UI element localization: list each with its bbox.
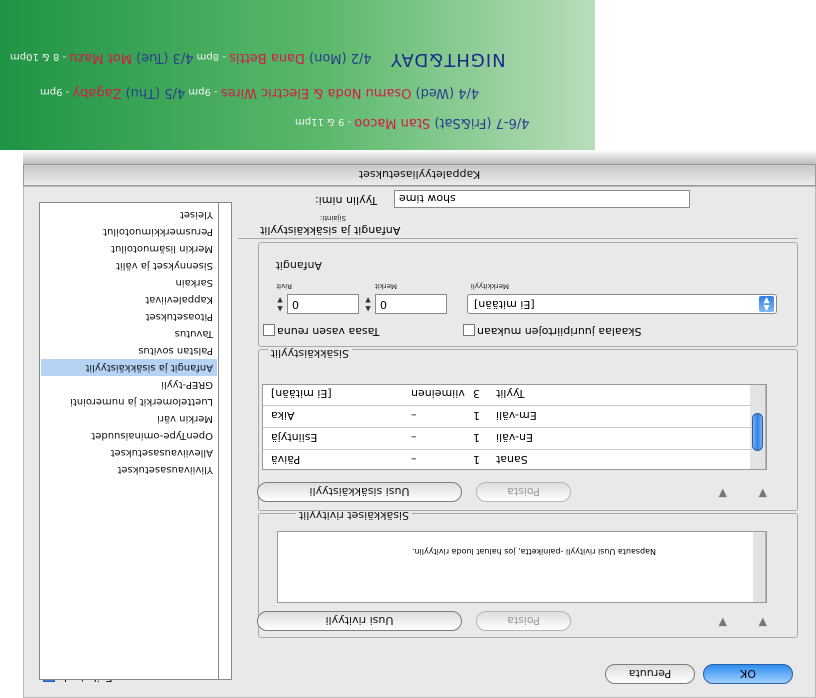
sidebar-item-indents[interactable]: Sisennykset ja välit — [41, 257, 217, 274]
sidebar-item-span-columns[interactable]: Palstan sovitus — [41, 342, 217, 359]
nested-line-styles-section: Uusi rivityyli Poista ▼ ▼ Napsauta Uusi … — [257, 509, 798, 638]
scale-descenders-checkbox[interactable] — [463, 324, 475, 336]
drop-caps-section: Skaalaa juuripiirtojen mukaan Tasaa vase… — [258, 242, 798, 347]
sidebar-item-hyphenation[interactable]: Tavutus — [41, 325, 217, 342]
ok-button[interactable]: OK — [703, 664, 793, 684]
nested-style-row[interactable]: Esiintyjä – 1 En-väli — [262, 427, 751, 447]
paragraph-style-dialog: Esikatselu OK Peruuta Uusi rivityyli Poi… — [23, 186, 816, 698]
banner-line-1: NIGHT&DAY 4/2 (Mon) Dana Bettis - 8pm 4/… — [10, 49, 506, 70]
sidebar-item-advanced-char[interactable]: Merkin lisämuotoilut — [41, 240, 217, 257]
scale-descenders-label: Skaalaa juuripiirtojen mukaan — [477, 325, 642, 338]
line-styles-hint: Napsauta Uusi rivityyli -painiketta, jos… — [411, 547, 656, 556]
sidebar-item-grep[interactable]: GREP-tyyli — [41, 376, 217, 393]
chars-label: Merkit — [375, 282, 397, 290]
drop-caps-title: Anfangit — [272, 259, 325, 272]
nested-style-row[interactable]: [Ei mitään] viimeinen 3 Tyylit — [262, 384, 751, 403]
location-label: Sijainti: — [319, 214, 346, 222]
nested-style-row[interactable]: Aika – 1 Em-väli — [262, 405, 751, 425]
event-banner: 4/6-7 (Fri&Sat) Stan Macoo - 9 & 11pm 4/… — [0, 0, 595, 150]
sidebar-item-keep[interactable]: Pitoasetukset — [41, 308, 217, 325]
sidebar-item-general[interactable]: Yleiset — [41, 206, 217, 223]
sidebar-item-rules[interactable]: Kappaleviivat — [41, 291, 217, 308]
window-shadow — [23, 150, 816, 164]
sidebar-item-tabs[interactable]: Sarkain — [41, 274, 217, 291]
chars-input[interactable]: 0 — [375, 294, 447, 314]
lines-label: Rivit — [276, 282, 292, 290]
lines-stepper[interactable]: ▲ ▼ — [275, 295, 285, 313]
align-left-edge-checkbox[interactable] — [263, 324, 275, 336]
delete-line-style-button[interactable]: Poista — [476, 611, 571, 631]
move-down-icon[interactable]: ▼ — [719, 487, 727, 500]
window-titlebar[interactable]: Kappaletyyliasetukset — [23, 164, 816, 186]
category-list-scrollbar[interactable] — [218, 203, 231, 679]
category-list: Yleiset Perusmerkkimuotoilut Merkin lisä… — [39, 202, 232, 680]
char-style-label: Merkkityyli — [470, 282, 509, 290]
lines-input[interactable]: 0 — [287, 294, 359, 314]
sidebar-item-char-color[interactable]: Merkin väri — [41, 410, 217, 427]
sidebar-item-basic-char[interactable]: Perusmerkkimuotoilut — [41, 223, 217, 240]
nested-styles-title: Sisäkkäistyylit — [267, 347, 352, 360]
style-name-input[interactable]: show time — [394, 190, 690, 208]
sidebar-item-opentype[interactable]: OpenType-ominaisuudet — [41, 427, 217, 444]
nested-styles-section: Uusi sisäkkäistyyli Poista ▼ ▼ [Ei mitää… — [257, 347, 798, 511]
banner-line-2: 4/4 (Wed) Osamu Noda & Electric Wires - … — [40, 85, 480, 100]
section-divider — [238, 238, 798, 239]
nested-styles-scrollbar[interactable] — [750, 385, 766, 469]
sidebar-item-strikethrough[interactable]: Yliviivausasetukset — [41, 461, 217, 478]
line-styles-list: Napsauta Uusi rivityyli -painiketta, jos… — [277, 531, 767, 603]
chars-stepper[interactable]: ▲ ▼ — [363, 295, 373, 313]
rotated-screenshot: Esikatselu OK Peruuta Uusi rivityyli Poi… — [0, 0, 816, 698]
new-nested-style-button[interactable]: Uusi sisäkkäistyyli — [257, 482, 462, 502]
char-style-select[interactable]: ▲ ▼ [Ei mitään] — [467, 294, 777, 314]
new-line-style-button[interactable]: Uusi rivityyli — [257, 611, 462, 631]
nested-styles-table: [Ei mitään] viimeinen 3 Tyylit Aika – 1 … — [262, 384, 767, 470]
line-styles-scrollbar[interactable] — [753, 532, 766, 602]
sidebar-item-bullets[interactable]: Luettelomerkit ja numerointi — [41, 393, 217, 410]
align-left-edge-label: Tasaa vasen reuna — [277, 325, 380, 338]
sidebar-item-underline[interactable]: Alleviivausasetukset — [41, 444, 217, 461]
style-name-label: Tyylin nimi: — [315, 194, 378, 207]
banner-logo: NIGHT&DAY — [389, 49, 506, 70]
sidebar-item-drop-caps[interactable]: Anfangit ja sisäkkäistyylit — [41, 359, 217, 376]
select-arrow-icon: ▲ ▼ — [759, 296, 774, 313]
scroll-thumb[interactable] — [752, 413, 763, 451]
window-title: Kappaletyyliasetukset — [358, 168, 481, 182]
nested-style-row[interactable]: Päivä – 1 Sanat — [262, 449, 751, 469]
move-up-icon[interactable]: ▼ — [759, 616, 767, 629]
cancel-button[interactable]: Peruuta — [605, 664, 695, 684]
move-up-icon[interactable]: ▼ — [759, 487, 767, 500]
drop-caps-nested-title: Anfangit ja sisäkkäistyylit — [260, 224, 401, 237]
move-down-icon[interactable]: ▼ — [719, 616, 727, 629]
banner-line-3: 4/6-7 (Fri&Sat) Stan Macoo - 9 & 11pm — [295, 115, 530, 130]
delete-nested-style-button[interactable]: Poista — [476, 482, 571, 502]
